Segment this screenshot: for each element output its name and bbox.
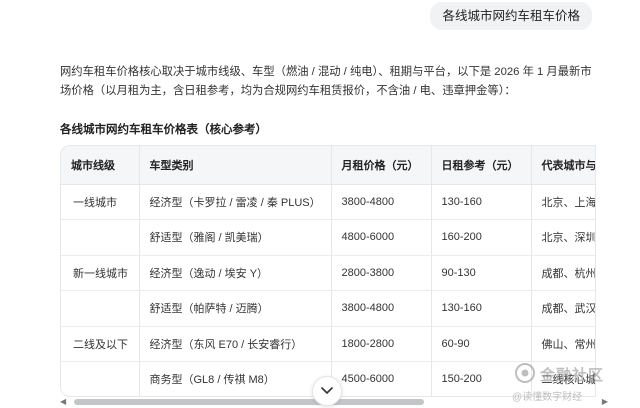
- table-row: 二线及以下 经济型（东风 E70 / 长安睿行） 1800-2800 60-90…: [61, 326, 595, 362]
- watermark-text: 金融社区: [540, 367, 605, 384]
- table-cell: 二线及以下: [61, 326, 140, 362]
- table-cell: 130-160: [431, 290, 532, 327]
- scroll-to-bottom-button[interactable]: [312, 376, 342, 406]
- watermark-handle: @读懂数字财经: [512, 392, 583, 403]
- table-cell: 舒适型（雅阁 / 凯美瑞）: [139, 219, 332, 256]
- table-row: 舒适型（帕萨特 / 迈腾） 3800-4800 130-160 成都、武汉: [61, 290, 595, 327]
- column-header-car-type: 车型类别: [139, 146, 332, 185]
- table-cell: 90-130: [431, 255, 532, 291]
- table-cell: 2800-3800: [331, 255, 432, 291]
- table-cell: 新一线城市: [61, 255, 140, 291]
- table-cell: 3800-4800: [331, 290, 432, 327]
- chevron-down-icon: [321, 387, 333, 394]
- table-cell: 北京、上海: [531, 184, 595, 220]
- table-row: 舒适型（雅阁 / 凯美瑞） 4800-6000 160-200 北京、深圳: [61, 219, 595, 256]
- intro-paragraph: 网约车租车价格核心取决于城市线级、车型（燃油 / 混动 / 纯电）、租期与平台，…: [60, 66, 592, 97]
- column-header-monthly-price: 月租价格（元）: [331, 146, 432, 185]
- table-cell: 成都、杭州: [531, 255, 595, 291]
- price-table: 城市线级 车型类别 月租价格（元） 日租参考（元） 代表城市与平台 一线城市 经…: [61, 146, 595, 396]
- scroll-left-arrow-icon[interactable]: ◀: [60, 398, 66, 406]
- column-header-daily-price: 日租参考（元）: [431, 146, 532, 185]
- table-row: 新一线城市 经济型（逸动 / 埃安 Y） 2800-3800 90-130 成都…: [61, 255, 595, 291]
- user-message-bubble: 各线城市网约车租车价格: [430, 2, 592, 30]
- table-cell: [61, 361, 140, 396]
- table-cell: 4800-6000: [331, 219, 432, 256]
- watermark: 金融社区 @读懂数字财经: [512, 362, 632, 406]
- table-cell: 经济型（逸动 / 埃安 Y）: [139, 255, 332, 291]
- table-cell: 成都、武汉: [531, 290, 595, 327]
- table-cell: 舒适型（帕萨特 / 迈腾）: [139, 290, 332, 327]
- table-cell: 经济型（东风 E70 / 长安睿行）: [139, 326, 332, 362]
- table-cell: 佛山、常州: [531, 326, 595, 362]
- scrollbar-thumb[interactable]: [74, 399, 424, 405]
- price-table-container[interactable]: 城市线级 车型类别 月租价格（元） 日租参考（元） 代表城市与平台 一线城市 经…: [60, 145, 596, 397]
- table-cell: 60-90: [431, 326, 532, 362]
- watermark-logo-icon: [515, 363, 535, 383]
- table-cell: 经济型（卡罗拉 / 雷凌 / 秦 PLUS）: [139, 184, 332, 220]
- table-header-row: 城市线级 车型类别 月租价格（元） 日租参考（元） 代表城市与平台: [61, 146, 595, 185]
- table-cell: 商务型（GL8 / 传祺 M8）: [139, 361, 332, 396]
- table-cell: 1800-2800: [331, 326, 432, 362]
- table-row: 一线城市 经济型（卡罗拉 / 雷凌 / 秦 PLUS） 3800-4800 13…: [61, 184, 595, 220]
- column-header-city-tier: 城市线级: [61, 146, 140, 185]
- table-cell: 一线城市: [61, 184, 140, 220]
- table-cell: 4500-6000: [331, 361, 432, 396]
- column-header-cities-platforms: 代表城市与平台: [531, 146, 595, 185]
- table-cell: 北京、深圳: [531, 219, 595, 256]
- table-cell: 130-160: [431, 184, 532, 220]
- table-cell: [61, 219, 140, 256]
- section-title: 各线城市网约车租车价格表（核心参考）: [60, 124, 267, 136]
- table-cell: 3800-4800: [331, 184, 432, 220]
- table-cell: 160-200: [431, 219, 532, 256]
- table-cell: [61, 290, 140, 327]
